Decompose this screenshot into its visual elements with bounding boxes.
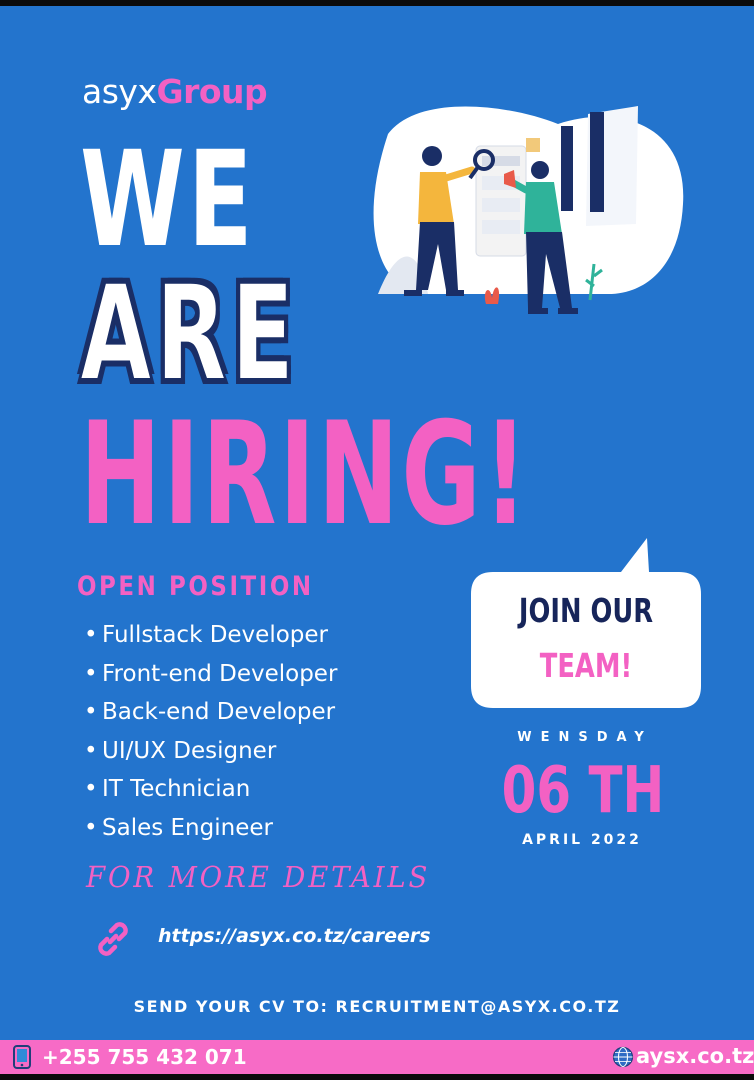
link-chain-icon (98, 922, 128, 956)
list-item: • Sales Engineer (84, 814, 273, 841)
globe-icon (612, 1046, 634, 1068)
position-label: UI/UX Designer (102, 737, 277, 764)
hiring-illustration (373, 106, 684, 314)
join-our-text: JOIN OUR (518, 591, 654, 630)
positions-list: • Fullstack Developer • Front-end Develope… (84, 616, 337, 847)
date-number: 06 TH (501, 754, 665, 828)
careers-link[interactable]: https://asyx.co.tz/careers (158, 925, 431, 947)
date-month-year: APRIL 2022 (522, 832, 642, 848)
send-cv-text: SEND YOUR CV TO: RECRUITMENT@ASYX.CO.TZ (133, 997, 621, 1016)
list-item: • UI/UX Designer (84, 737, 277, 764)
headline-hiring: HIRING! (80, 392, 531, 557)
list-item: • Back-end Developer (84, 699, 336, 725)
position-label: Front-end Developer (102, 660, 338, 687)
more-details-label: FOR MORE DETAILS (86, 860, 431, 894)
headline-are: ARE (79, 257, 299, 411)
position-label: Fullstack Developer (102, 622, 328, 648)
open-position-title: OPEN POSITION (77, 571, 314, 602)
footer-website[interactable]: aysx.co.tz (636, 1044, 754, 1068)
phone-icon (13, 1045, 31, 1069)
brand-logo: asyxGroup (82, 72, 268, 111)
team-text: TEAM! (539, 646, 633, 685)
hiring-poster: asyxGroup WE ARE HIRING! OPEN POSITION •… (0, 6, 754, 1074)
position-label: IT Technician (102, 776, 251, 802)
list-item: • Front-end Developer (84, 660, 338, 687)
footer-phone: +255 755 432 071 (42, 1045, 247, 1069)
position-label: Back-end Developer (102, 699, 336, 725)
brand-name-part2: Group (156, 72, 268, 111)
footer-bar: +255 755 432 071 aysx.co.tz (0, 1040, 754, 1074)
list-item: • IT Technician (84, 776, 251, 802)
brand-name-part1: asyx (82, 72, 157, 111)
position-label: Sales Engineer (102, 814, 273, 841)
headline-we: WE (80, 123, 256, 277)
list-item: • Fullstack Developer (84, 622, 328, 648)
date-day: WENSDAY (517, 730, 653, 745)
